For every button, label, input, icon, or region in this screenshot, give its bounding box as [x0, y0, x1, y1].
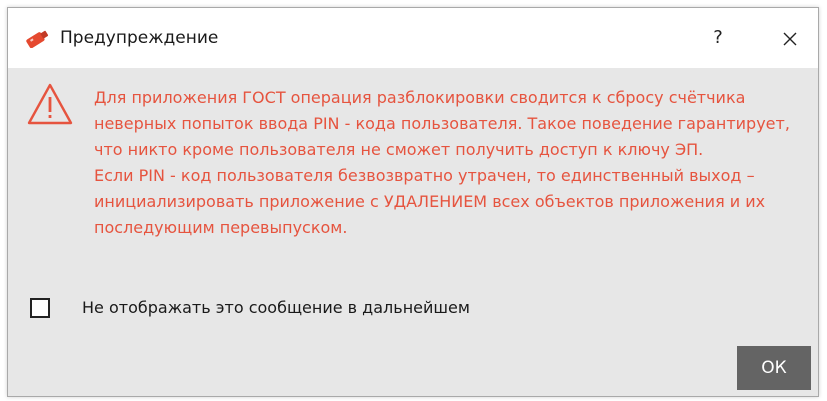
ok-button[interactable]: ОК — [737, 346, 811, 390]
title-bar: Предупреждение ? — [8, 8, 818, 68]
close-icon — [783, 32, 797, 45]
dont-show-label[interactable]: Не отображать это сообщение в дальнейшем — [82, 297, 470, 319]
close-button[interactable] — [770, 20, 810, 56]
message-paragraph-1: Для приложения ГОСТ операция разблокиров… — [94, 88, 790, 159]
message-paragraph-2: Если PIN - код пользователя безвозвратно… — [94, 166, 766, 237]
token-key-icon — [24, 28, 50, 49]
dont-show-checkbox[interactable] — [30, 298, 50, 318]
warning-triangle-icon — [26, 82, 74, 126]
dialog-title: Предупреждение — [60, 28, 219, 48]
warning-message: Для приложения ГОСТ операция разблокиров… — [94, 85, 809, 241]
warning-dialog: Предупреждение ? Для приложения ГОСТ опе… — [7, 7, 819, 397]
help-button[interactable]: ? — [698, 20, 738, 56]
